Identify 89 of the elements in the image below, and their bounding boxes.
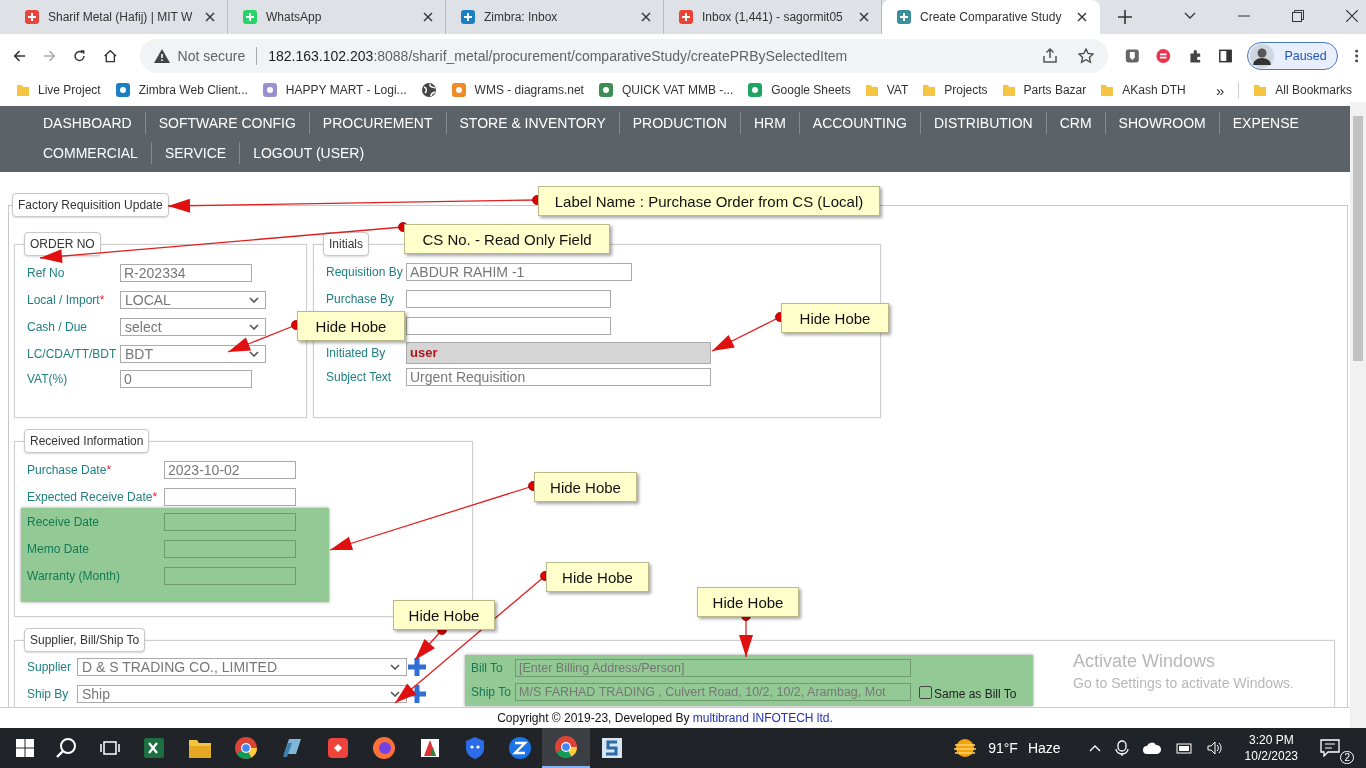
browser-tab[interactable]: Inbox (1,441) - sagormit05 (664, 0, 882, 34)
nav-item[interactable]: PROCUREMENT (309, 115, 446, 131)
bookmark[interactable]: QUICK VAT MMB -... (597, 82, 734, 98)
dropdown[interactable]: LOCAL (120, 290, 266, 309)
field-label: Ship To (471, 685, 512, 699)
nav-item[interactable]: SHOWROOM (1105, 115, 1219, 131)
field-label: Cash / Due (27, 319, 89, 334)
field-label: Memo Date (27, 541, 91, 556)
field-label: Subject Text (326, 369, 393, 384)
annotation-note: Hide Hobe (781, 303, 889, 333)
nav-item[interactable]: PRODUCTION (619, 115, 740, 131)
dropdown[interactable]: select (120, 317, 266, 336)
field-label: Initiated By (326, 345, 387, 360)
text-field[interactable]: Urgent Requisition (406, 367, 711, 386)
temperature-text[interactable]: 91°F (988, 740, 1018, 756)
text-field[interactable]: R-202334 (120, 263, 252, 282)
field-label: Bill To (471, 661, 504, 675)
field-label: Warranty (Month) (27, 568, 121, 583)
text-field[interactable]: 2023-10-02 (164, 460, 296, 479)
nav-item[interactable]: HRM (740, 115, 799, 131)
field-label: Purchase Date* (27, 462, 113, 477)
nav-item[interactable]: SOFTWARE CONFIG (145, 115, 309, 131)
browser-tab[interactable]: Zimbra: Inbox (446, 0, 664, 34)
text-field[interactable]: ABDUR RAHIM -1 (406, 262, 632, 281)
notification-count: 2 (1340, 751, 1354, 764)
nav-item[interactable]: DASHBOARD (30, 115, 145, 131)
clock-date[interactable]: 10/2/2023 (1244, 749, 1298, 763)
bookmark-folder[interactable]: Projects (922, 83, 988, 97)
field-label: Ship By (27, 686, 70, 701)
dropdown[interactable]: D & S TRADING CO., LIMITED (77, 657, 407, 676)
form-title: Factory Requisition Update (12, 193, 169, 217)
nav-item[interactable]: SERVICE (151, 145, 240, 161)
field-label: Expected Receive Date* (27, 489, 159, 504)
more-bookmarks-button[interactable]: » (1215, 81, 1225, 99)
text-field[interactable]: [Enter Billing Address/Person] (515, 659, 911, 677)
bookmark-folder[interactable]: VAT (864, 83, 909, 97)
security-label: Not secure (177, 48, 246, 64)
nav-item[interactable]: COMMERCIAL (30, 145, 151, 161)
nav-item[interactable]: ACCOUNTING (799, 115, 920, 131)
field-label: Ref No (27, 265, 66, 280)
bookmark-folder[interactable]: Parts Bazar (1001, 83, 1087, 97)
bookmark[interactable]: HAPPY MART - Logi... (261, 82, 407, 98)
dropdown[interactable]: Ship (77, 684, 407, 703)
activation-title: Activate Windows (1073, 651, 1217, 672)
nav-item[interactable]: EXPENSE (1219, 115, 1312, 131)
field-label: Receive Date (27, 514, 101, 529)
nav-item[interactable]: DISTRIBUTION (920, 115, 1046, 131)
field-label: Requisition By (326, 264, 404, 279)
field-label: VAT(%) (27, 371, 69, 386)
address-bar[interactable]: Not secure 182.163.102.203:8088/sharif_metal/procurement/comparativeStudy/createPRBySelectedItem (139, 39, 1108, 73)
field-label: Local / Import* (27, 292, 106, 307)
annotation-note: Hide Hobe (534, 472, 637, 502)
annotation-note: Hide Hobe (546, 562, 649, 592)
checkbox-label: Same as Bill To (934, 687, 1017, 701)
annotation-note: Hide Hobe (697, 587, 799, 617)
browser-tab[interactable]: WhatsApp (228, 0, 446, 34)
text-field[interactable]: 0 (120, 369, 252, 388)
profile-button[interactable]: Paused (1247, 42, 1338, 70)
section-title: Supplier, Bill/Ship To (24, 628, 146, 652)
bookmark[interactable]: Google Sheets (747, 82, 851, 98)
section-title: Received Information (24, 429, 150, 453)
dropdown[interactable]: BDT (120, 344, 266, 363)
clock-time[interactable]: 3:20 PM (1248, 733, 1294, 747)
section-title: ORDER NO (24, 232, 101, 256)
bookmark[interactable]: WMS - diagrams.net (450, 82, 584, 98)
annotation-note: CS No. - Read Only Field (404, 224, 610, 254)
readonly-field[interactable]: user (406, 341, 711, 364)
bookmark[interactable]: Zimbra Web Client... (114, 82, 248, 98)
annotation-note: Hide Hobe (393, 600, 495, 630)
annotation-note: Label Name : Purchase Order from CS (Local) (538, 186, 880, 216)
bookmark-folder[interactable]: Live Project (16, 83, 101, 97)
bookmark-folder[interactable]: All Bookmarks (1253, 83, 1352, 97)
notification-button[interactable]: 2 (1320, 731, 1354, 765)
section-title: Initials (323, 232, 369, 256)
browser-tab[interactable]: Create Comparative Study (882, 0, 1100, 34)
field-label: Purchase By (326, 291, 396, 306)
nav-item[interactable]: LOGOUT (USER) (240, 145, 378, 161)
nav-item[interactable]: CRM (1046, 115, 1105, 131)
field-label: Supplier (27, 659, 73, 674)
browser-tab[interactable]: Sharif Metal (Hafij) | MIT W (10, 0, 228, 34)
developer-link[interactable]: multibrand INFOTECH ltd. (692, 711, 833, 725)
copyright-text: Copyright © 2019-23, Developed By multibrand INFOTECH ltd. (497, 711, 833, 725)
activation-text: Go to Settings to activate Windows. (1073, 675, 1294, 691)
annotation-note: Hide Hobe (297, 311, 405, 341)
url-text: 182.163.102.203:8088/sharif_metal/procurement/comparativeStudy/createPRBySelectedItem (268, 48, 848, 64)
field-label: LC/CDA/TT/BDT (27, 346, 118, 361)
weather-text[interactable]: Haze (1027, 740, 1061, 756)
bookmark-folder[interactable]: AKash DTH (1100, 83, 1186, 97)
nav-item[interactable]: STORE & INVENTORY (446, 115, 619, 131)
